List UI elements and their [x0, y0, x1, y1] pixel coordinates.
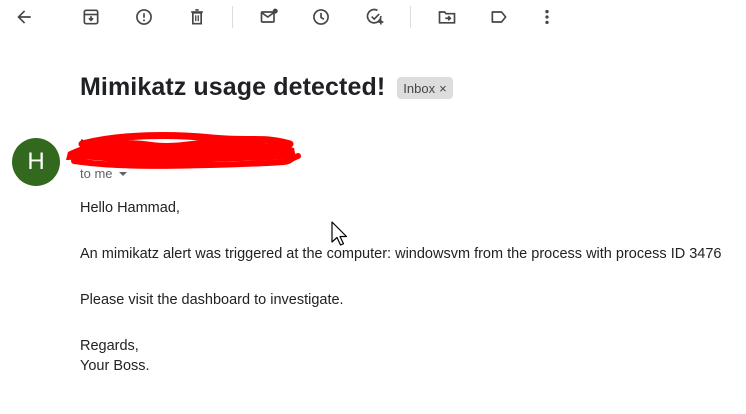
move-to-icon [438, 11, 456, 24]
email-body: Hello Hammad, An mimikatz alert was trig… [80, 198, 740, 376]
snooze-button[interactable] [308, 4, 334, 30]
toolbar-divider [232, 6, 233, 28]
delete-button[interactable] [184, 4, 210, 30]
more-vert-icon [545, 9, 549, 25]
signature: Your Boss. [80, 358, 150, 374]
label-icon [491, 11, 507, 23]
email-subject: Mimikatz usage detected! [80, 72, 386, 101]
back-button[interactable] [11, 4, 37, 30]
closing: Regards, [80, 338, 139, 354]
snooze-icon [313, 9, 329, 25]
back-arrow-icon [17, 10, 31, 24]
caret-down-icon[interactable] [117, 168, 129, 180]
mark-unread-icon [260, 8, 278, 23]
archive-button[interactable] [78, 4, 104, 30]
mark-unread-button[interactable] [256, 4, 282, 30]
redaction-scribble [66, 132, 301, 169]
label-chip-text: Inbox [403, 80, 436, 96]
greeting: Hello Hammad, [80, 200, 180, 216]
remove-label-icon[interactable]: × [439, 81, 447, 96]
labels-button[interactable] [486, 4, 512, 30]
toolbar-divider [410, 6, 411, 28]
archive-icon [83, 9, 99, 25]
delete-icon [191, 9, 203, 25]
more-button[interactable] [534, 4, 560, 30]
report-spam-button[interactable] [131, 4, 157, 30]
report-spam-icon [136, 9, 152, 25]
subject-row: Mimikatz usage detected! Inbox × [80, 70, 453, 104]
recipient-text: to me [80, 166, 113, 181]
recipient-details[interactable]: to me [80, 166, 129, 181]
instruction-paragraph: Please visit the dashboard to investigat… [80, 292, 344, 308]
sender-avatar[interactable]: H [12, 138, 60, 186]
inbox-label-chip[interactable]: Inbox × [397, 77, 453, 99]
email-toolbar [0, 0, 746, 36]
mouse-pointer-icon [331, 221, 348, 246]
add-to-tasks-icon [366, 8, 384, 25]
add-to-tasks-button[interactable] [362, 4, 388, 30]
alert-paragraph: An mimikatz alert was triggered at the c… [80, 246, 722, 262]
move-to-button[interactable] [434, 4, 460, 30]
